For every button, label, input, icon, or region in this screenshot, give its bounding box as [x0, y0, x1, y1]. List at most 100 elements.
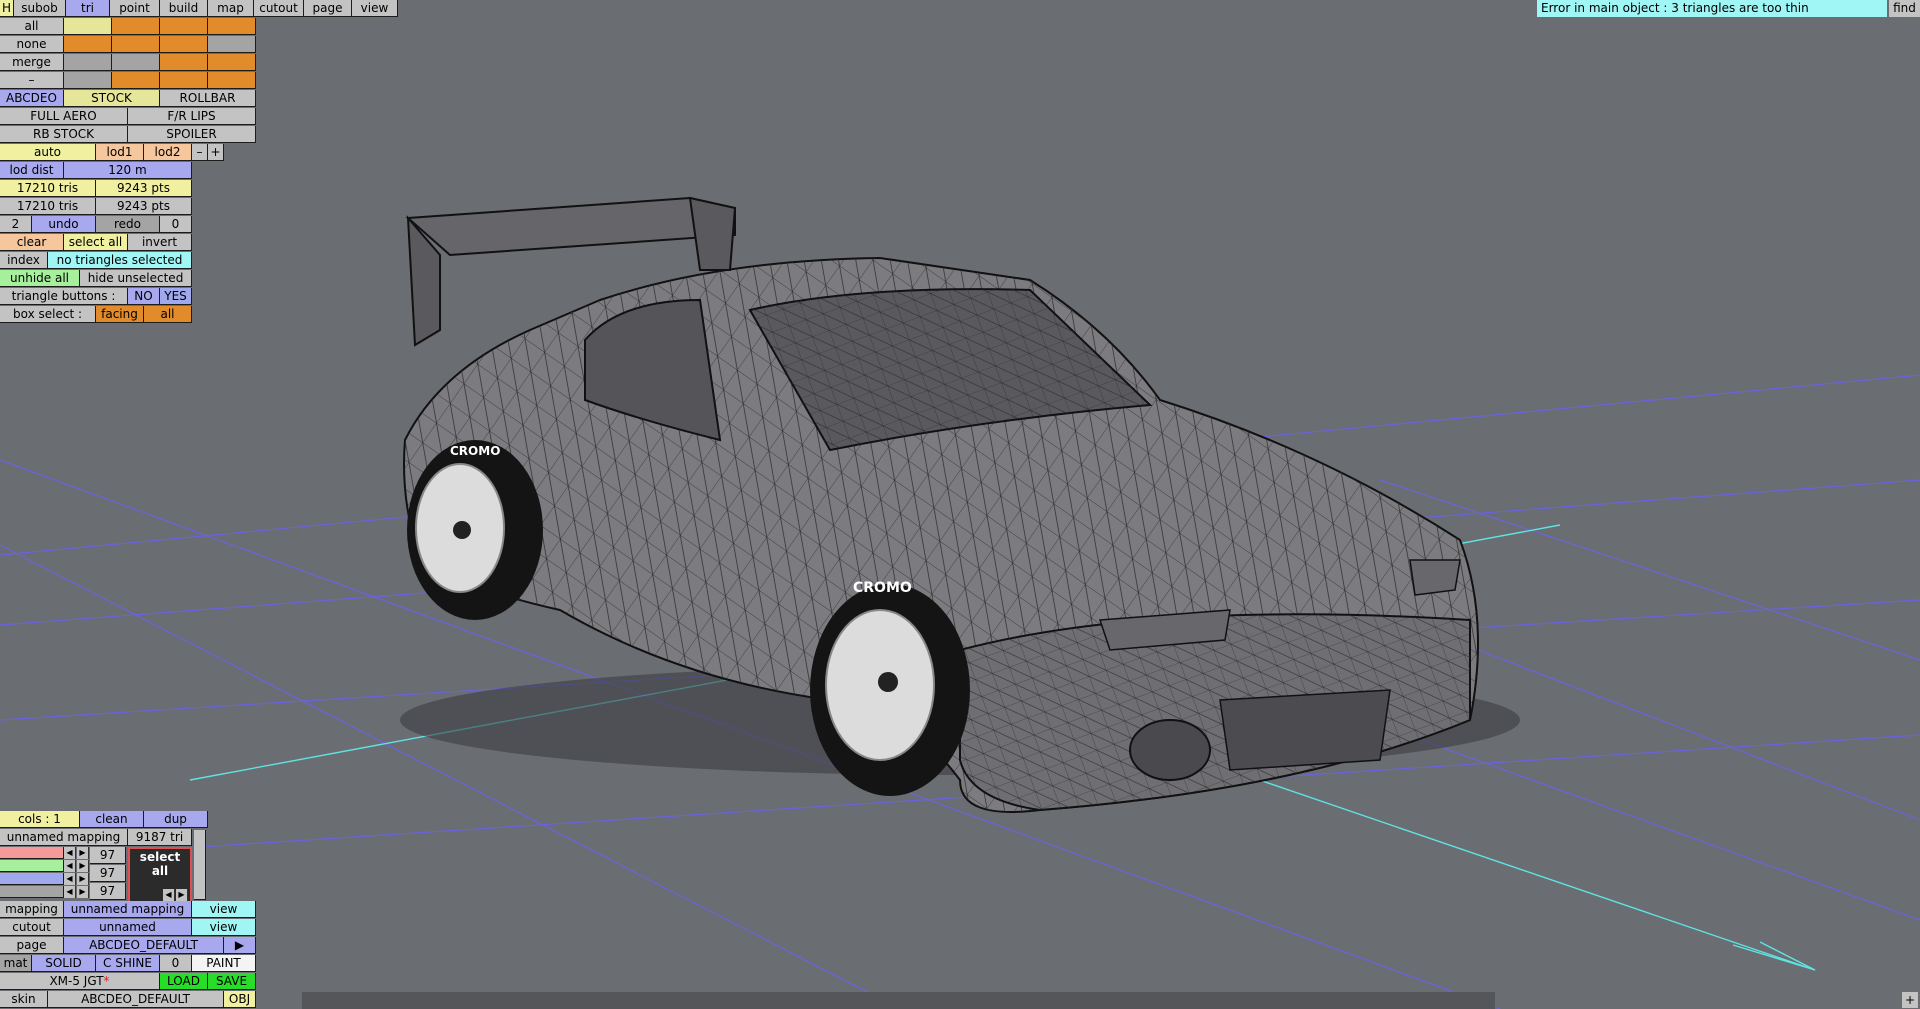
- arrow-left-icon[interactable]: ◀: [163, 889, 175, 901]
- lod2-button[interactable]: lod2: [144, 144, 192, 161]
- page-value[interactable]: ABCDEO_DEFAULT: [64, 937, 224, 954]
- horizontal-scrollbar[interactable]: [302, 992, 1495, 1009]
- select-swatch[interactable]: [112, 36, 160, 53]
- menu-map[interactable]: map: [208, 0, 254, 17]
- zoom-plus-button[interactable]: +: [1902, 992, 1918, 1008]
- arrow-right-icon[interactable]: ▶: [77, 860, 89, 872]
- obj-button[interactable]: OBJ: [224, 991, 256, 1008]
- shine-value[interactable]: 0: [160, 955, 192, 972]
- part-rollbar-button[interactable]: ROLLBAR: [160, 90, 256, 107]
- paint-button[interactable]: PAINT: [192, 955, 256, 972]
- part-spoiler-button[interactable]: SPOILER: [128, 126, 256, 143]
- box-select-all[interactable]: all: [144, 306, 192, 323]
- box-select-facing[interactable]: facing: [96, 306, 144, 323]
- cutout-label: cutout: [0, 919, 64, 936]
- lod-dist-value[interactable]: 120 m: [64, 162, 192, 179]
- arrow-right-icon[interactable]: ▶: [77, 873, 89, 885]
- arrow-left-icon[interactable]: ◀: [64, 860, 76, 872]
- part-fr-lips-button[interactable]: F/R LIPS: [128, 108, 256, 125]
- select-swatch[interactable]: [160, 72, 208, 89]
- cutout-view-button[interactable]: view: [192, 919, 256, 936]
- load-button[interactable]: LOAD: [160, 973, 208, 990]
- page-label: page: [0, 937, 64, 954]
- select-dash-row-label[interactable]: –: [0, 72, 64, 89]
- menu-cutout[interactable]: cutout: [254, 0, 304, 17]
- undo-count: 2: [0, 216, 32, 233]
- part-stock-button[interactable]: STOCK: [64, 90, 160, 107]
- select-swatch[interactable]: [64, 18, 112, 35]
- select-swatch[interactable]: [64, 72, 112, 89]
- clean-button[interactable]: clean: [80, 811, 144, 828]
- redo-button[interactable]: redo: [96, 216, 160, 233]
- clear-button[interactable]: clear: [0, 234, 64, 251]
- select-swatch[interactable]: [208, 36, 256, 53]
- arrow-right-icon[interactable]: ▶: [77, 886, 89, 898]
- triangle-buttons-no[interactable]: NO: [128, 288, 160, 305]
- skin-label: skin: [0, 991, 48, 1008]
- arrow-left-icon[interactable]: ◀: [64, 886, 76, 898]
- arrow-left-icon[interactable]: ◀: [64, 847, 76, 859]
- triangle-buttons-yes[interactable]: YES: [160, 288, 192, 305]
- part-rb-stock-button[interactable]: RB STOCK: [0, 126, 128, 143]
- mapping-view-button[interactable]: view: [192, 901, 256, 918]
- select-swatch[interactable]: [208, 54, 256, 71]
- arrow-right-icon[interactable]: ▶: [77, 847, 89, 859]
- vertical-scroll[interactable]: [194, 830, 206, 900]
- mapping-name[interactable]: unnamed mapping: [0, 829, 128, 846]
- invert-button[interactable]: invert: [128, 234, 192, 251]
- lod1-button[interactable]: lod1: [96, 144, 144, 161]
- undo-button[interactable]: undo: [32, 216, 96, 233]
- select-swatch[interactable]: [208, 72, 256, 89]
- arrow-right-icon[interactable]: ▶: [176, 889, 188, 901]
- select-swatch[interactable]: [64, 36, 112, 53]
- mapping-label: mapping: [0, 901, 64, 918]
- menu-point[interactable]: point: [110, 0, 160, 17]
- channel-value-1: 97: [90, 847, 126, 864]
- menu-page[interactable]: page: [304, 0, 352, 17]
- selection-status: no triangles selected: [48, 252, 192, 269]
- select-swatch[interactable]: [64, 54, 112, 71]
- select-swatch[interactable]: [112, 54, 160, 71]
- lod-minus-button[interactable]: –: [192, 144, 208, 161]
- mapping-value[interactable]: unnamed mapping: [64, 901, 192, 918]
- menu-build[interactable]: build: [160, 0, 208, 17]
- select-swatch[interactable]: [160, 54, 208, 71]
- save-button[interactable]: SAVE: [208, 973, 256, 990]
- select-none-row-label[interactable]: none: [0, 36, 64, 53]
- select-swatch[interactable]: [208, 18, 256, 35]
- solid-button[interactable]: SOLID: [32, 955, 96, 972]
- dup-button[interactable]: dup: [144, 811, 208, 828]
- menu-tri[interactable]: tri: [66, 0, 110, 17]
- cols-button[interactable]: cols : 1: [0, 811, 80, 828]
- select-swatch[interactable]: [112, 72, 160, 89]
- car-name[interactable]: XM-5 JGT*: [0, 973, 160, 990]
- select-all-row-label[interactable]: all: [0, 18, 64, 35]
- part-full-aero-button[interactable]: FULL AERO: [0, 108, 128, 125]
- lod-auto-button[interactable]: auto: [0, 144, 96, 161]
- select-swatch[interactable]: [160, 18, 208, 35]
- 3d-viewport[interactable]: CROMO CROMO: [0, 0, 1920, 1009]
- select-all-button[interactable]: select all: [64, 234, 128, 251]
- hide-unselected-button[interactable]: hide unselected: [80, 270, 192, 287]
- cutout-value[interactable]: unnamed: [64, 919, 192, 936]
- blue-channel-slider[interactable]: [0, 873, 64, 885]
- unhide-all-button[interactable]: unhide all: [0, 270, 80, 287]
- select-swatch[interactable]: [160, 36, 208, 53]
- mat-label: mat: [0, 955, 32, 972]
- c-shine-button[interactable]: C SHINE: [96, 955, 160, 972]
- part-abcdeo-button[interactable]: ABCDEO: [0, 90, 64, 107]
- green-channel-slider[interactable]: [0, 860, 64, 872]
- menu-h[interactable]: H: [0, 0, 14, 17]
- select-swatch[interactable]: [112, 18, 160, 35]
- menu-view[interactable]: view: [352, 0, 398, 17]
- arrow-left-icon[interactable]: ◀: [64, 873, 76, 885]
- lod-plus-button[interactable]: +: [208, 144, 224, 161]
- index-button[interactable]: index: [0, 252, 48, 269]
- red-channel-slider[interactable]: [0, 847, 64, 859]
- skin-value[interactable]: ABCDEO_DEFAULT: [48, 991, 224, 1008]
- alpha-channel-slider[interactable]: [0, 886, 64, 898]
- menu-subob[interactable]: subob: [14, 0, 66, 17]
- select-merge-row-label[interactable]: merge: [0, 54, 64, 71]
- find-button[interactable]: find: [1889, 0, 1920, 17]
- page-next-icon[interactable]: ▶: [224, 937, 256, 954]
